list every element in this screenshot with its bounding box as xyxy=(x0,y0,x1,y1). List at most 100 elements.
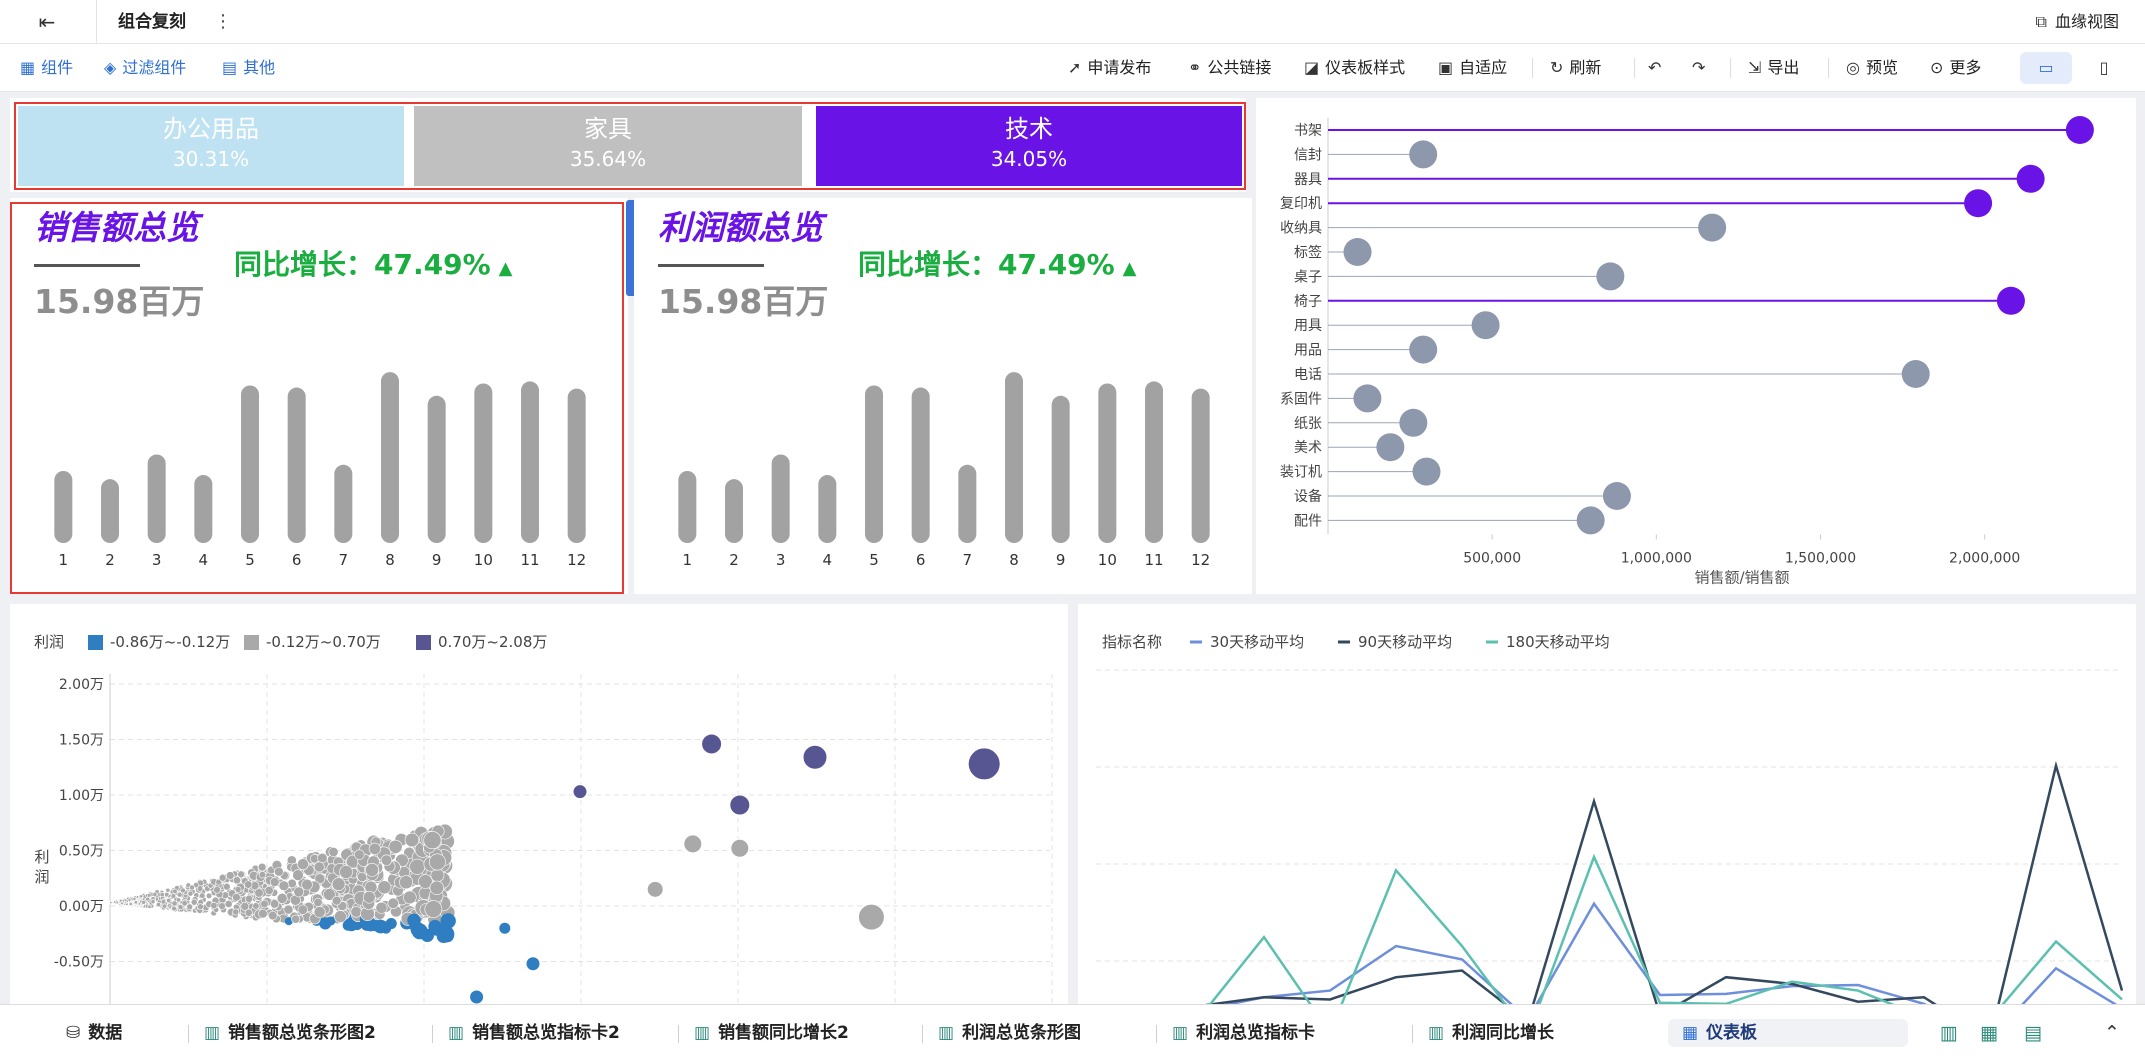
y-tick-label: 标签 xyxy=(1294,244,1322,261)
tab-label: 数据 xyxy=(88,1023,123,1043)
refresh-label: 刷新 xyxy=(1569,58,1602,77)
y-tick-label: 系固件 xyxy=(1280,391,1322,407)
bar-11 xyxy=(521,381,539,543)
collapse-up-icon[interactable]: ⌃ xyxy=(2104,1019,2120,1047)
lollipop-dot-电话 xyxy=(1901,360,1930,388)
scatter-point xyxy=(429,880,444,896)
redo-icon: ↷ xyxy=(1692,58,1706,77)
scatter-point xyxy=(388,839,403,854)
tab-sales-bar-2[interactable]: ▥ 销售额总览条形图2 xyxy=(204,1019,376,1047)
y-tick-label: 美术 xyxy=(1294,440,1322,456)
scatter-point-large xyxy=(646,880,664,898)
tab-dashboard[interactable]: ▦ 仪表板 xyxy=(1668,1019,1908,1047)
scatter-point xyxy=(172,888,178,894)
tab-profit-kpi[interactable]: ▥ 利润总览指标卡 xyxy=(1172,1019,1315,1047)
undo-button[interactable]: ↶ xyxy=(1648,57,1667,79)
lollipop-dot-收纳具 xyxy=(1698,213,1727,242)
public-link-button[interactable]: ⚭ 公共链接 xyxy=(1188,57,1271,79)
scatter-point xyxy=(128,902,133,906)
scatter-point xyxy=(223,882,231,891)
legend-label: 30天移动平均 xyxy=(1210,633,1304,651)
scatter-point xyxy=(252,902,260,910)
legend-swatch xyxy=(244,635,259,650)
add-report-icon[interactable]: ▤ xyxy=(2024,1019,2042,1047)
scatter-point xyxy=(197,903,204,910)
legend-label: 90天移动平均 xyxy=(1358,633,1452,651)
redo-button[interactable]: ↷ xyxy=(1692,57,1711,79)
device-toggle: ▭ ▯ xyxy=(2020,52,2130,84)
tab-profit-bar[interactable]: ▥ 利润总览条形图 xyxy=(938,1019,1081,1047)
y-tick-label: 桌子 xyxy=(1294,269,1322,285)
add-chart-icon[interactable]: ▥ xyxy=(1940,1019,1958,1047)
bar-12 xyxy=(1191,388,1210,543)
scatter-point xyxy=(232,876,241,885)
adaptive-button[interactable]: ▣ 自适应 xyxy=(1438,57,1507,79)
more-icon: ⊙ xyxy=(1930,58,1944,77)
export-button[interactable]: ⇲ 导出 xyxy=(1748,57,1799,79)
dashboard-style-button[interactable]: ◪ 仪表板样式 xyxy=(1304,57,1405,79)
preview-icon: ◎ xyxy=(1846,58,1860,77)
x-tick-label: 4 xyxy=(823,551,833,569)
scatter-point xyxy=(152,891,158,897)
scatter-point xyxy=(150,899,156,905)
profit-overview-card[interactable]: 1 2 3 4 5 6 7 8 9 10 11 12 利润额总览 15.98百万 同比增长：47.49… xyxy=(634,198,1252,594)
more-options-icon[interactable]: ⋮ xyxy=(214,10,232,34)
tab-sales-kpi-2[interactable]: ▥ 销售额总览指标卡2 xyxy=(448,1019,620,1047)
desktop-icon[interactable]: ▭ xyxy=(2020,52,2072,84)
x-tick-label: 2,000,000 xyxy=(1949,550,2020,566)
legend-label: 0.70万~2.08万 xyxy=(438,633,547,651)
toolbar: ▦ 组件 ◈ 过滤组件 ▤ 其他 ➚ 申请发布 ⚭ 公共链接 ◪ 仪表板样式 ▣ 自适应 ↻ 刷… xyxy=(0,44,2145,92)
lineage-label: 血缘视图 xyxy=(2054,12,2119,31)
legend-label: -0.86万~-0.12万 xyxy=(110,633,230,651)
subcategory-sales-lollipop-panel[interactable]: 书架 信封 器具 复印机 收纳具 标签 桌子 椅子 用具 用品 电话 系固件 纸张 美术 装订机 设备 配件 50… xyxy=(1256,98,2136,594)
bar-5 xyxy=(865,385,883,543)
y-tick-label: 信封 xyxy=(1294,147,1322,163)
y-tick-label: 2.00万 xyxy=(59,677,104,693)
other-menu[interactable]: ▤ 其他 xyxy=(222,57,275,79)
scatter-point xyxy=(232,908,240,916)
scatter-point-large xyxy=(701,733,723,755)
scatter-point xyxy=(370,920,382,932)
scatter-point xyxy=(145,896,150,902)
chart-icon: ▥ xyxy=(1172,1023,1189,1043)
apply-publish-button[interactable]: ➚ 申请发布 xyxy=(1068,57,1151,79)
x-tick-label: 2 xyxy=(105,551,115,569)
y-tick-label: 1.00万 xyxy=(59,788,104,804)
component-menu[interactable]: ▦ 组件 xyxy=(20,57,73,79)
y-axis-title: 利 xyxy=(34,848,49,866)
scatter-point xyxy=(424,900,443,918)
scatter-point xyxy=(180,887,186,894)
add-dashboard-icon[interactable]: ▦ xyxy=(1980,1019,1998,1047)
y-tick-label: 0.00万 xyxy=(59,899,104,915)
scatter-point xyxy=(297,858,309,871)
bar-11 xyxy=(1145,381,1163,543)
tab-data[interactable]: ⛁ 数据 xyxy=(66,1019,122,1047)
tab-label: 销售额总览条形图2 xyxy=(228,1023,376,1043)
scatter-point xyxy=(269,877,280,887)
lineage-view-button[interactable]: ⧉ 血缘视图 xyxy=(2036,10,2119,34)
x-tick-label: 10 xyxy=(474,551,493,569)
preview-button[interactable]: ◎ 预览 xyxy=(1846,57,1898,79)
sales-overview-card[interactable]: 1 2 3 4 5 6 7 8 9 10 11 12 销售额总览 15.98百万 同比增长：47.49… xyxy=(10,198,628,594)
x-tick-label: 12 xyxy=(1191,551,1210,569)
card-title: 销售额总览 xyxy=(34,208,199,247)
tab-sales-growth-2[interactable]: ▥ 销售额同比增长2 xyxy=(694,1019,849,1047)
lollipop-dot-系固件 xyxy=(1353,384,1382,413)
profit-scatter-panel[interactable]: 利润 -0.86万~-0.12万 -0.12万~0.70万 0.70万~2.08万 2.… xyxy=(10,604,1068,1004)
bar-10 xyxy=(474,383,493,543)
scatter-point xyxy=(218,902,226,910)
exit-icon[interactable]: ⇤ xyxy=(32,10,62,34)
more-button[interactable]: ⊙ 更多 xyxy=(1930,57,1981,79)
mobile-icon[interactable]: ▯ xyxy=(2078,52,2130,84)
scatter-point xyxy=(283,904,294,915)
filter-component-menu[interactable]: ◈ 过滤组件 xyxy=(104,57,186,79)
bar-1 xyxy=(678,470,697,543)
tab-profit-growth[interactable]: ▥ 利润同比增长 xyxy=(1428,1019,1554,1047)
moving-average-line-panel[interactable]: 指标名称 30天移动平均 90天移动平均 180天移动平均 xyxy=(1078,604,2136,1004)
public-link-label: 公共链接 xyxy=(1207,58,1272,77)
refresh-button[interactable]: ↻ 刷新 xyxy=(1550,57,1601,79)
scatter-point xyxy=(326,916,336,926)
scatter-point xyxy=(176,891,183,898)
arrow-up-icon: ▲ xyxy=(1122,258,1137,279)
divider xyxy=(1412,1025,1413,1043)
